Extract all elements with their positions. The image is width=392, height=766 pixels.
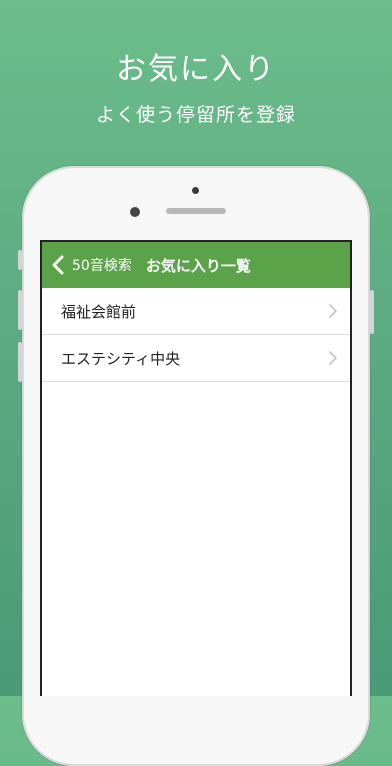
phone-mute-switch	[18, 250, 22, 270]
chevron-right-icon	[329, 304, 337, 318]
phone-earpiece-speaker	[166, 208, 226, 214]
phone-power-button	[370, 290, 374, 334]
app-screen: 50音検索 お気に入り一覧 福祉会館前 エステシティ中央	[40, 240, 352, 696]
navigation-bar: 50音検索 お気に入り一覧	[42, 242, 350, 288]
promo-title: お気に入り	[116, 52, 276, 87]
phone-volume-down-button	[18, 342, 22, 382]
list-item-label: 福祉会館前	[61, 302, 137, 321]
promo-subtitle: よく使う停留所を登録	[95, 104, 296, 126]
chevron-left-icon	[52, 255, 64, 275]
back-button[interactable]: 50音検索	[42, 242, 132, 288]
phone-sensor-dot	[192, 187, 199, 194]
page-title: お気に入り一覧	[145, 256, 251, 275]
phone-front-camera	[130, 207, 140, 217]
favorites-list: 福祉会館前 エステシティ中央	[42, 288, 350, 382]
phone-volume-up-button	[18, 290, 22, 330]
list-item[interactable]: 福祉会館前	[42, 288, 350, 335]
chevron-right-icon	[329, 351, 337, 365]
list-item-label: エステシティ中央	[61, 349, 181, 368]
list-item[interactable]: エステシティ中央	[42, 335, 350, 382]
back-button-label: 50音検索	[72, 258, 132, 274]
